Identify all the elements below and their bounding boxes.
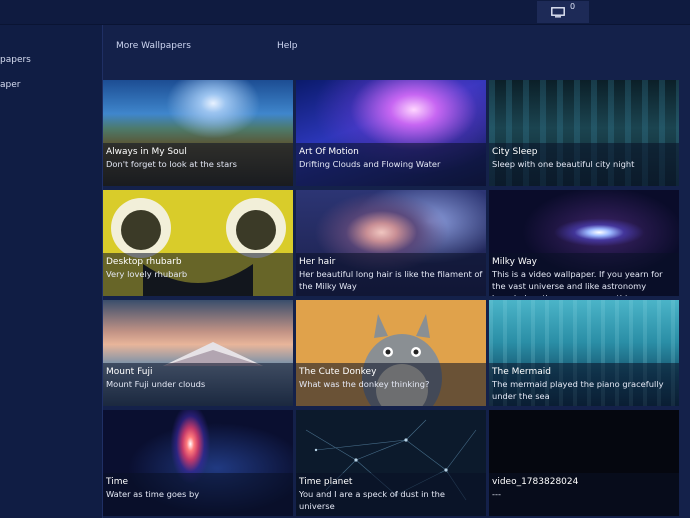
wallpaper-tile-milky-way[interactable]: Milky Way This is a video wallpaper. If … [489, 190, 679, 296]
sidebar-item-papers[interactable]: papers [0, 55, 31, 65]
wallpaper-title: Mount Fuji [106, 367, 153, 377]
wallpaper-title: Her hair [299, 257, 336, 267]
wallpaper-description: Very lovely rhubarb [106, 269, 188, 279]
wallpaper-description: Sleep with one beautiful city night [492, 159, 635, 169]
wallpaper-title: The Cute Donkey [299, 367, 377, 377]
wallpaper-title: Desktop rhubarb [106, 257, 182, 267]
monitor-count: 0 [570, 2, 576, 11]
wallpaper-tile-always-in-my-soul[interactable]: Always in My Soul Don't forget to look a… [103, 80, 293, 186]
top-navigation: More Wallpapers Help [104, 25, 690, 80]
wallpaper-title: Time planet [299, 477, 353, 487]
wallpaper-description: Water as time goes by [106, 489, 200, 499]
title-bar: 0 [0, 0, 690, 25]
wallpaper-title: Time [106, 477, 129, 487]
wallpaper-title: video_1783828024 [492, 477, 579, 487]
wallpaper-title: Always in My Soul [106, 147, 187, 157]
help-link[interactable]: Help [277, 41, 298, 51]
wallpaper-tile-video-1783828024[interactable]: video_1783828024 --- [489, 410, 679, 516]
wallpaper-title: City Sleep [492, 147, 538, 157]
more-wallpapers-link[interactable]: More Wallpapers [116, 41, 191, 51]
wallpaper-tile-time[interactable]: Time Water as time goes by [103, 410, 293, 516]
sidebar-item-aper[interactable]: aper [0, 80, 20, 90]
wallpaper-tile-her-hair[interactable]: Her hair Her beautiful long hair is like… [296, 190, 486, 296]
wallpaper-description: What was the donkey thinking? [299, 379, 430, 389]
monitor-button[interactable]: 0 [537, 1, 589, 23]
wallpaper-description: This is a video wallpaper. If you yearn … [492, 269, 665, 296]
wallpaper-tile-desktop-rhubarb[interactable]: Desktop rhubarb Very lovely rhubarb [103, 190, 293, 296]
wallpaper-tile-city-sleep[interactable]: City Sleep Sleep with one beautiful city… [489, 80, 679, 186]
wallpaper-description: Her beautiful long hair is like the fila… [299, 269, 483, 291]
wallpaper-grid: Always in My Soul Don't forget to look a… [103, 80, 690, 518]
wallpaper-title: Art Of Motion [299, 147, 359, 157]
wallpaper-tile-the-cute-donkey[interactable]: The Cute Donkey What was the donkey thin… [296, 300, 486, 406]
wallpaper-description: --- [492, 489, 501, 499]
wallpaper-tile-the-mermaid[interactable]: The Mermaid The mermaid played the piano… [489, 300, 679, 406]
wallpaper-description: Drifting Clouds and Flowing Water [299, 159, 441, 169]
wallpaper-description: Don't forget to look at the stars [106, 159, 237, 169]
sidebar: papers aper [0, 25, 103, 518]
wallpaper-title: Milky Way [492, 257, 538, 267]
wallpaper-tile-mount-fuji[interactable]: Mount Fuji Mount Fuji under clouds [103, 300, 293, 406]
wallpaper-description: You and I are a speck of dust in the uni… [299, 489, 445, 511]
wallpaper-description: The mermaid played the piano gracefully … [492, 379, 664, 401]
wallpaper-tile-art-of-motion[interactable]: Art Of Motion Drifting Clouds and Flowin… [296, 80, 486, 186]
wallpaper-title: The Mermaid [492, 367, 551, 377]
wallpaper-tile-time-planet[interactable]: Time planet You and I are a speck of dus… [296, 410, 486, 516]
monitor-icon [551, 6, 565, 17]
wallpaper-description: Mount Fuji under clouds [106, 379, 206, 389]
